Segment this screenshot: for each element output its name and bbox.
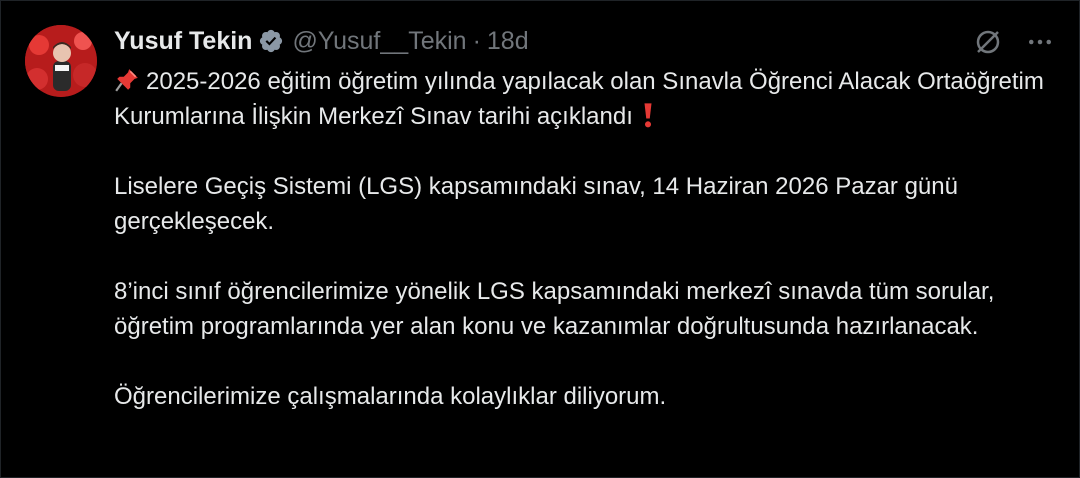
- tweet-header: Yusuf Tekin @Yusuf__Tekin · 18d: [114, 19, 1055, 63]
- tweet-content: Yusuf Tekin @Yusuf__Tekin · 18d 2025-202…: [114, 19, 1055, 449]
- tweet-paragraph-4: Öğrencilerimize çalışmalarında kolaylıkl…: [114, 383, 667, 410]
- pushpin-icon: [115, 69, 138, 92]
- exclamation-icon: [644, 103, 652, 128]
- tweet-card[interactable]: Yusuf Tekin @Yusuf__Tekin · 18d 2025-202…: [0, 0, 1080, 478]
- tweet-line-1: 2025-2026 eğitim öğretim yılında yapılac…: [114, 68, 1044, 130]
- avatar[interactable]: [25, 25, 97, 97]
- grok-icon[interactable]: [973, 27, 1003, 57]
- tweet-paragraph-3: 8’inci sınıf öğrencilerimize yönelik LGS…: [114, 278, 995, 340]
- author-handle[interactable]: @Yusuf__Tekin: [292, 27, 466, 56]
- author-name[interactable]: Yusuf Tekin: [114, 27, 252, 56]
- more-icon[interactable]: [1025, 27, 1055, 57]
- tweet-paragraph-2: Liselere Geçiş Sistemi (LGS) kapsamındak…: [114, 173, 958, 235]
- tweet-actions: [973, 27, 1055, 57]
- verified-badge-icon[interactable]: [258, 28, 284, 54]
- separator-dot: ·: [472, 26, 481, 55]
- tweet-paragraph-1: 2025-2026 eğitim öğretim yılında yapılac…: [114, 64, 1055, 134]
- avatar-image: [25, 25, 97, 97]
- timestamp[interactable]: 18d: [487, 27, 529, 56]
- tweet-text: 2025-2026 eğitim öğretim yılında yapılac…: [114, 64, 1055, 414]
